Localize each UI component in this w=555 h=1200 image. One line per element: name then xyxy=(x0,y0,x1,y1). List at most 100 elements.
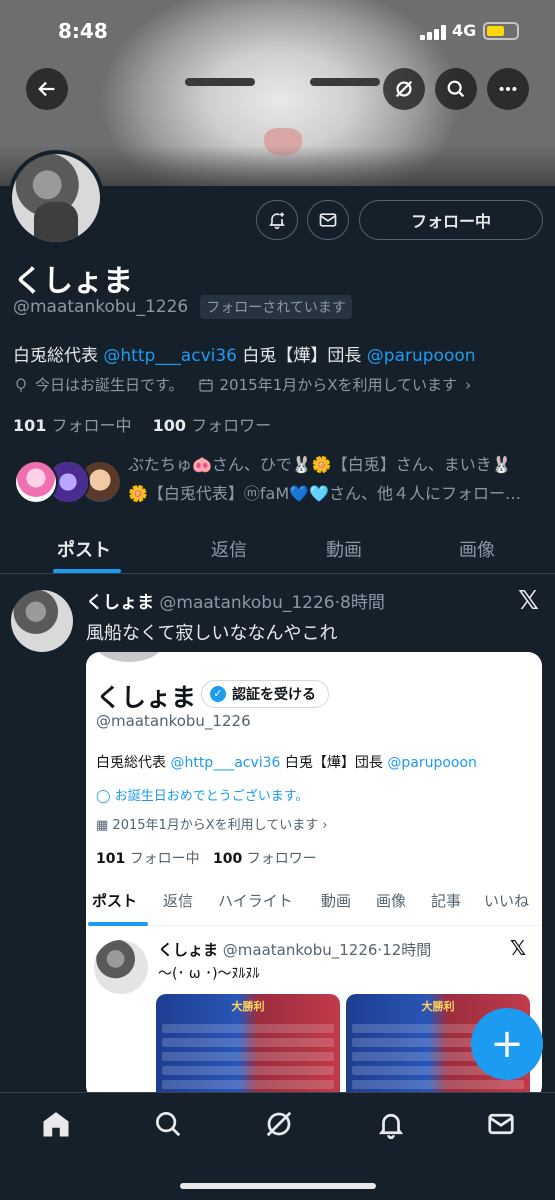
bio-mention-link[interactable]: @parupooon xyxy=(367,346,476,366)
embedded-following-count: 101 xyxy=(96,851,126,867)
verified-check-icon: ✓ xyxy=(210,686,226,702)
embedded-balloon-icon: ◯ xyxy=(96,789,115,804)
grok-icon xyxy=(266,1111,292,1137)
back-button[interactable] xyxy=(26,68,68,110)
bio-text: 白兎総代表 xyxy=(13,346,104,366)
nav-grok[interactable] xyxy=(264,1109,294,1139)
home-icon xyxy=(43,1112,69,1137)
nav-messages[interactable] xyxy=(486,1109,516,1139)
more-button[interactable] xyxy=(487,68,529,110)
post-author-handle[interactable]: @maatankobu_1226 xyxy=(159,593,334,613)
embedded-tab: 記事 xyxy=(431,892,462,910)
embedded-handle: @maatankobu_1226 xyxy=(96,712,251,730)
embedded-tabs: ポスト 返信 ハイライト 動画 画像 記事 いいね xyxy=(86,878,542,926)
embedded-tab: ハイライト xyxy=(218,892,293,910)
bell-plus-icon xyxy=(269,212,285,230)
followers-label: フォロワー xyxy=(191,416,272,435)
post-time[interactable]: 8時間 xyxy=(340,593,385,613)
embedded-avatar-fragment xyxy=(94,652,164,662)
search-icon xyxy=(447,80,465,98)
embedded-tab: 返信 xyxy=(163,892,194,910)
birthday-text: 今日はお誕生日です。 xyxy=(35,376,184,394)
home-indicator xyxy=(180,1183,376,1189)
handle-row: @maatankobu_1226 フォローされています xyxy=(13,295,352,319)
embedded-birthday: ◯ お誕生日おめでとうございます。 xyxy=(96,785,308,804)
embedded-x-logo-icon: 𝕏 xyxy=(510,936,527,960)
banner-cat-eye-left xyxy=(185,78,255,86)
embedded-followers-count: 100 xyxy=(213,851,243,867)
followers-link[interactable]: 100 フォロワー xyxy=(153,416,272,435)
tab-replies[interactable]: 返信 xyxy=(211,536,247,562)
bio-text: 白兎【燁】団長 xyxy=(236,346,367,366)
nav-search[interactable] xyxy=(153,1109,183,1139)
embedded-game-image: 大勝利 xyxy=(156,994,340,1100)
bio-mention-link[interactable]: @http___acvi36 xyxy=(103,346,237,366)
embedded-joined-text: 2015年1月からXを利用しています xyxy=(112,818,319,833)
follows-you-badge: フォローされています xyxy=(200,295,352,319)
profile-avatar[interactable] xyxy=(8,150,104,246)
nav-home[interactable] xyxy=(41,1109,71,1139)
search-icon xyxy=(156,1112,181,1137)
nav-notifications[interactable] xyxy=(376,1109,406,1140)
active-tab-indicator xyxy=(53,569,121,573)
grok-button[interactable] xyxy=(383,68,425,110)
status-time: 8:48 xyxy=(58,19,108,43)
followed-by-text[interactable]: ぶたちゅ🐽さん、ひで🐰🌼【白兎】さん、まいき🐰 🌼【白兎代表】ⓜfaM💙🩵さん、… xyxy=(128,450,538,508)
chevron-right-icon[interactable]: › xyxy=(465,376,471,394)
followed-by-line: 🌼【白兎代表】ⓜfaM💙🩵さん、他４人にフォロー… xyxy=(128,484,522,503)
status-bar: 8:48 4G xyxy=(0,0,555,60)
embedded-following-label: フォロー中 xyxy=(129,851,200,867)
signal-icon xyxy=(420,24,446,40)
balloon-icon xyxy=(16,377,26,392)
embedded-tab: いいね xyxy=(484,892,530,910)
network-label: 4G xyxy=(452,21,477,40)
embedded-bio-mention: @http___acvi36 xyxy=(170,755,281,771)
embedded-birthday-text: お誕生日おめでとうございます。 xyxy=(114,789,309,804)
embedded-post-avatar xyxy=(94,940,148,994)
embedded-verify-button: ✓ 認証を受ける xyxy=(201,680,329,708)
followed-by-line: ぶたちゅ🐽さん、ひで🐰🌼【白兎】さん、まいき🐰 xyxy=(128,455,512,474)
compose-post-button[interactable]: + xyxy=(471,1008,543,1080)
embedded-post-meta: @maatankobu_1226·12時間 xyxy=(222,941,432,959)
profile-bio: 白兎総代表 @http___acvi36 白兎【燁】団長 @parupooon xyxy=(13,341,476,366)
post-avatar[interactable] xyxy=(11,590,73,652)
tab-posts[interactable]: ポスト xyxy=(57,536,111,562)
profile-tabs: ポスト 返信 動画 画像 xyxy=(0,526,555,574)
embedded-joined: ▦ 2015年1月からXを利用しています › xyxy=(96,814,328,833)
notify-button[interactable] xyxy=(256,200,298,240)
tab-videos[interactable]: 動画 xyxy=(326,536,362,562)
post-author-name[interactable]: くしょま xyxy=(86,593,154,613)
post-header: くしょま @maatankobu_1226·8時間 xyxy=(86,588,385,613)
mail-icon xyxy=(488,1113,514,1135)
message-button[interactable] xyxy=(307,200,349,240)
follower-avatar[interactable] xyxy=(14,460,58,504)
joined-text: 2015年1月からXを利用しています xyxy=(219,376,458,394)
tab-images[interactable]: 画像 xyxy=(459,536,495,562)
embedded-bio: 白兎総代表 @http___acvi36 白兎【燁】団長 @parupooon xyxy=(96,752,477,772)
search-button[interactable] xyxy=(435,68,477,110)
follow-counts: 101 フォロー中 100 フォロワー xyxy=(13,412,271,436)
embedded-calendar-icon: ▦ xyxy=(96,818,113,833)
mail-icon xyxy=(319,213,337,227)
embedded-post-text: 〜(･ ω ･)〜ﾇﾙﾇﾙ xyxy=(158,966,260,982)
plus-icon: + xyxy=(490,1021,524,1067)
battery-icon xyxy=(483,22,519,40)
embedded-post-name: くしょま xyxy=(158,941,219,959)
following-count: 101 xyxy=(13,416,47,435)
arrow-left-icon xyxy=(38,81,55,97)
embedded-name: くしょま xyxy=(96,683,197,712)
embedded-tab: 動画 xyxy=(321,892,352,910)
banner-cat-eye-right xyxy=(310,78,380,86)
following-button[interactable]: フォロー中 xyxy=(359,200,543,240)
embedded-tab: 画像 xyxy=(376,892,407,910)
x-logo-icon: 𝕏 xyxy=(518,586,539,616)
embedded-bio-text: 白兎【燁】団長 xyxy=(280,755,388,771)
post-text: 風船なくて寂しいななんやこれ xyxy=(86,623,338,644)
profile-name: くしょま xyxy=(13,264,133,299)
followers-count: 100 xyxy=(152,416,187,435)
embedded-verify-label: 認証を受ける xyxy=(232,687,316,703)
calendar-icon xyxy=(198,378,213,392)
following-link[interactable]: 101 フォロー中 xyxy=(13,416,132,435)
following-label: フォロー中 xyxy=(51,416,132,435)
embedded-bio-text: 白兎総代表 xyxy=(96,755,171,771)
